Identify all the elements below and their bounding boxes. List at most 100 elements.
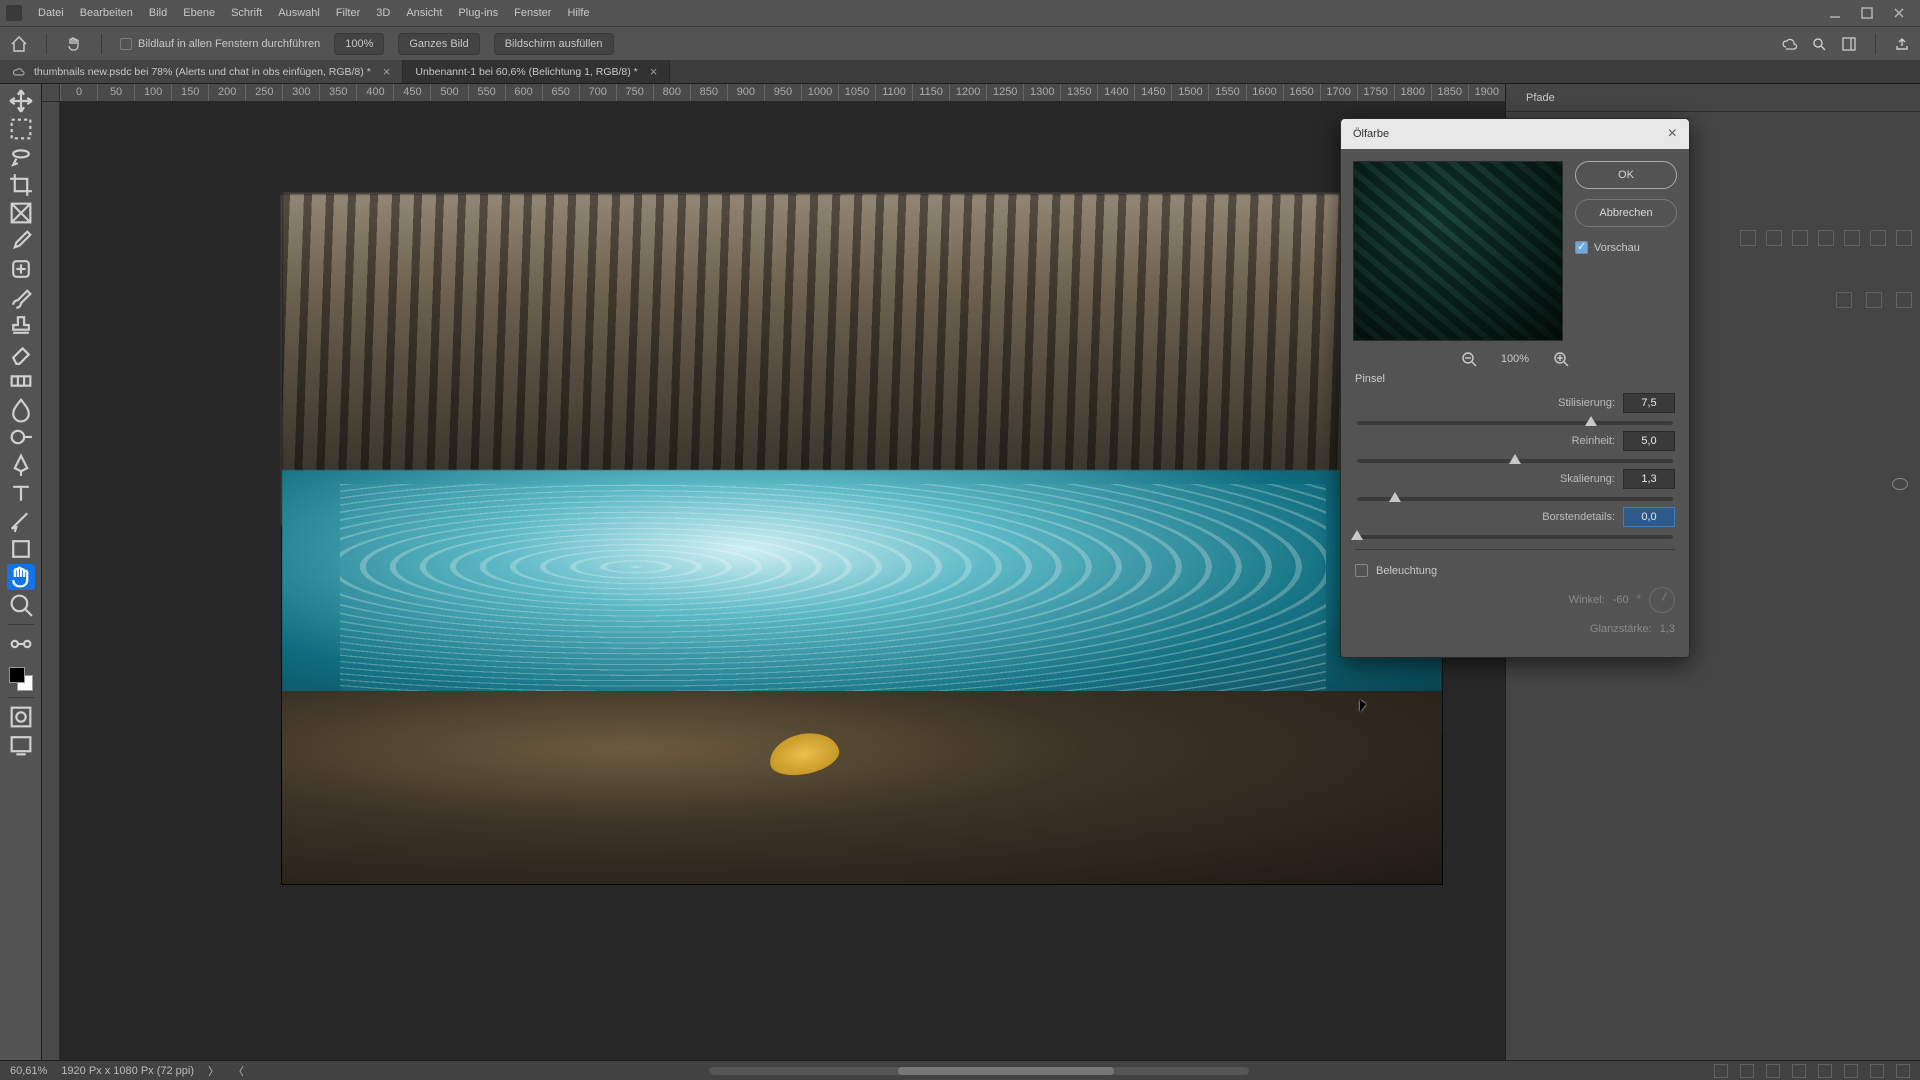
workspace-icon[interactable] xyxy=(1841,36,1857,52)
menu-item[interactable]: Datei xyxy=(30,3,72,23)
preview-checkbox[interactable]: Vorschau xyxy=(1575,241,1677,254)
cloud-status-icon[interactable] xyxy=(1781,36,1797,52)
footer-icon[interactable] xyxy=(1766,1064,1780,1078)
panel-tab-paths[interactable]: Pfade xyxy=(1516,88,1565,108)
footer-icon[interactable] xyxy=(1714,1064,1728,1078)
param-value-input[interactable]: 1,3 xyxy=(1623,469,1675,489)
filter-icon[interactable] xyxy=(1896,230,1912,246)
shine-value-input[interactable]: 1,3 xyxy=(1660,623,1675,635)
document-tab[interactable]: Unbenannt-1 bei 60,6% (Belichtung 1, RGB… xyxy=(403,60,670,83)
tab-close-icon[interactable]: × xyxy=(383,64,391,79)
footer-icon[interactable] xyxy=(1896,1064,1910,1078)
slider-thumb-icon[interactable] xyxy=(1351,530,1363,540)
filter-icon[interactable] xyxy=(1740,230,1756,246)
slider-thumb-icon[interactable] xyxy=(1585,416,1597,426)
lighting-checkbox[interactable]: Beleuchtung xyxy=(1355,564,1675,577)
angle-wheel[interactable] xyxy=(1649,587,1675,613)
brush-tool[interactable] xyxy=(7,284,35,310)
filter-icon[interactable] xyxy=(1792,230,1808,246)
lasso-tool[interactable] xyxy=(7,144,35,170)
slider-thumb-icon[interactable] xyxy=(1389,492,1401,502)
frame-tool[interactable] xyxy=(7,200,35,226)
hand-tool-icon[interactable] xyxy=(65,35,83,53)
gradient-tool[interactable] xyxy=(7,368,35,394)
quickmask-icon[interactable] xyxy=(7,704,35,730)
param-slider[interactable] xyxy=(1357,459,1673,463)
param-slider[interactable] xyxy=(1357,535,1673,539)
footer-icon[interactable] xyxy=(1792,1064,1806,1078)
window-maximize-icon[interactable] xyxy=(1860,6,1874,20)
menu-item[interactable]: Ebene xyxy=(175,3,223,23)
type-tool[interactable] xyxy=(7,480,35,506)
path-tool[interactable] xyxy=(7,508,35,534)
param-value-input[interactable]: 7,5 xyxy=(1623,393,1675,413)
tab-close-icon[interactable]: × xyxy=(650,64,658,79)
dialog-close-icon[interactable]: × xyxy=(1668,125,1677,143)
lock-icon[interactable] xyxy=(1866,292,1882,308)
footer-icon[interactable] xyxy=(1740,1064,1754,1078)
menu-item[interactable]: Auswahl xyxy=(270,3,328,23)
menu-item[interactable]: 3D xyxy=(368,3,398,23)
document-tab[interactable]: thumbnails new.psdc bei 78% (Alerts und … xyxy=(0,60,403,83)
edit-toggle-icon[interactable] xyxy=(7,631,35,657)
slider-thumb-icon[interactable] xyxy=(1509,454,1521,464)
share-icon[interactable] xyxy=(1894,36,1910,52)
zoom-out-icon[interactable] xyxy=(1461,351,1477,367)
search-icon[interactable] xyxy=(1811,36,1827,52)
ruler-origin[interactable] xyxy=(42,84,60,102)
lock-icon[interactable] xyxy=(1836,292,1852,308)
menu-item[interactable]: Hilfe xyxy=(559,3,597,23)
dodge-tool[interactable] xyxy=(7,424,35,450)
horizontal-scrollbar[interactable] xyxy=(709,1067,1249,1075)
screenmode-icon[interactable] xyxy=(7,732,35,758)
dialog-preview[interactable] xyxy=(1353,161,1563,341)
status-docinfo[interactable]: 1920 Px x 1080 Px (72 ppi) xyxy=(61,1065,194,1077)
eraser-tool[interactable] xyxy=(7,340,35,366)
param-value-input[interactable]: 5,0 xyxy=(1623,431,1675,451)
crop-tool[interactable] xyxy=(7,172,35,198)
angle-value-input[interactable]: -60 xyxy=(1613,594,1629,606)
zoom-100-button[interactable]: 100% xyxy=(334,33,384,55)
menu-item[interactable]: Bearbeiten xyxy=(72,3,141,23)
zoom-in-icon[interactable] xyxy=(1553,351,1569,367)
scroll-all-windows-checkbox[interactable]: Bildlauf in allen Fenstern durchführen xyxy=(120,38,320,50)
footer-icon[interactable] xyxy=(1870,1064,1884,1078)
hand-tool[interactable] xyxy=(7,564,35,590)
menu-item[interactable]: Ansicht xyxy=(398,3,450,23)
cancel-button[interactable]: Abbrechen xyxy=(1575,199,1677,227)
canvas-area[interactable]: 0501001502002503003504004505005506006507… xyxy=(42,84,1505,1060)
menu-item[interactable]: Filter xyxy=(328,3,368,23)
param-slider[interactable] xyxy=(1357,421,1673,425)
color-swatches[interactable] xyxy=(9,667,33,691)
move-tool[interactable] xyxy=(7,88,35,114)
param-slider[interactable] xyxy=(1357,497,1673,501)
lock-icon[interactable] xyxy=(1896,292,1912,308)
home-icon[interactable] xyxy=(10,35,28,53)
dialog-titlebar[interactable]: Ölfarbe × xyxy=(1341,119,1689,149)
footer-icon[interactable] xyxy=(1844,1064,1858,1078)
chevron-right-icon[interactable]: 〉 xyxy=(208,1063,219,1079)
filter-icon[interactable] xyxy=(1870,230,1886,246)
foreground-color-swatch[interactable] xyxy=(9,667,25,683)
stamp-tool[interactable] xyxy=(7,312,35,338)
pen-tool[interactable] xyxy=(7,452,35,478)
window-minimize-icon[interactable] xyxy=(1828,6,1842,20)
zoom-tool[interactable] xyxy=(7,592,35,618)
visibility-eye-icon[interactable] xyxy=(1892,478,1908,490)
marquee-tool[interactable] xyxy=(7,116,35,142)
ruler-vertical[interactable] xyxy=(42,102,60,1060)
ruler-horizontal[interactable]: 0501001502002503003504004505005506006507… xyxy=(60,84,1505,102)
filter-icon[interactable] xyxy=(1766,230,1782,246)
filter-icon[interactable] xyxy=(1844,230,1860,246)
param-value-input[interactable]: 0,0 xyxy=(1623,507,1675,527)
fit-screen-button[interactable]: Ganzes Bild xyxy=(398,33,479,55)
menu-item[interactable]: Plug-ins xyxy=(450,3,506,23)
status-zoom[interactable]: 60,61% xyxy=(10,1065,47,1077)
filter-icon[interactable] xyxy=(1818,230,1834,246)
footer-icon[interactable] xyxy=(1818,1064,1832,1078)
heal-tool[interactable] xyxy=(7,256,35,282)
fill-screen-button[interactable]: Bildschirm ausfüllen xyxy=(494,33,614,55)
menu-item[interactable]: Fenster xyxy=(506,3,559,23)
ok-button[interactable]: OK xyxy=(1575,161,1677,189)
eyedropper-tool[interactable] xyxy=(7,228,35,254)
